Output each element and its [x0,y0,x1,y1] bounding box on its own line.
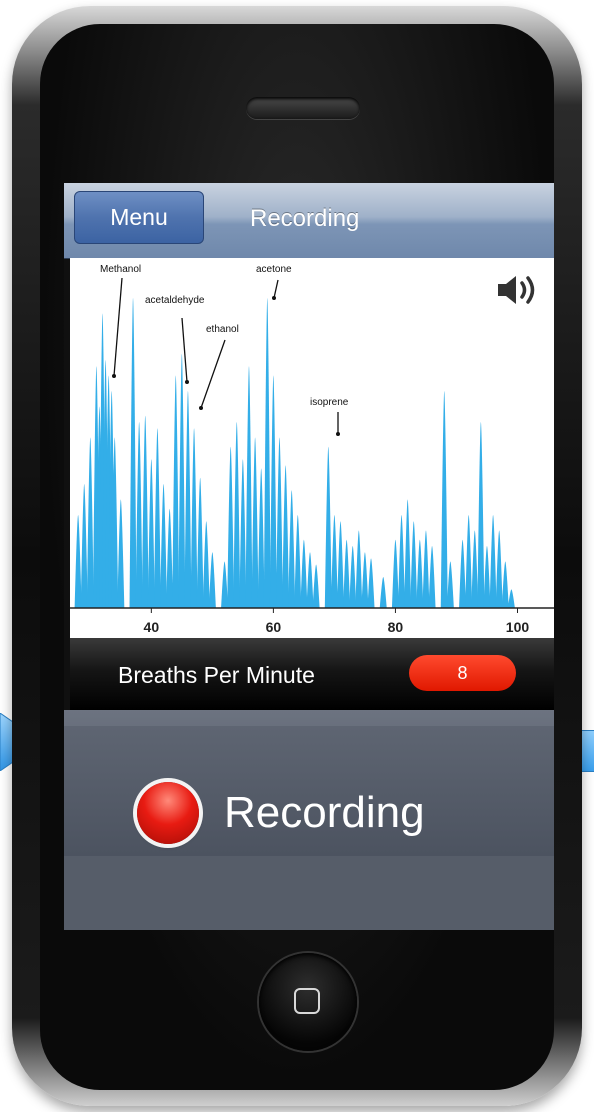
peak-annotation-arrow [200,339,226,409]
spectrum-peak [330,515,338,608]
peak-annotation-arrow [181,317,188,383]
spectrum-peak [422,530,430,608]
earpiece-speaker [246,97,360,119]
spectrum-peak [367,558,375,608]
breaths-per-minute-value: 8 [409,655,516,691]
spectrum-peak [275,437,283,608]
spectrum-peak [233,422,241,608]
x-tick-label: 40 [144,619,160,635]
spectrum-svg: 40 60 80 100 Methanol acetaldehyde ethanol acet… [70,264,554,635]
peak-annotation-label: acetaldehyde [145,295,205,306]
recording-panel: Recording [64,710,554,930]
peak-annotation-arrow [113,277,123,377]
peak-annotation-arrowhead [272,296,276,300]
peak-annotation-arrowhead [199,406,203,410]
spectrum-peak [153,428,161,608]
spectrum-peak [288,490,296,608]
spectrum-peak [263,298,271,608]
home-button-icon[interactable] [259,953,357,1051]
spectrum-peak [495,530,503,608]
recording-panel-footer [64,856,554,930]
spectrum-peak [312,564,320,608]
spectrum-peak [507,589,515,608]
app-screen: Menu Recording 40 60 80 100 Methanol acetalde… [64,183,554,930]
x-tick-label: 80 [388,619,404,635]
recording-button[interactable]: Recording [64,726,554,856]
spectrum-peak [294,515,302,608]
record-dot-icon [137,782,199,844]
spectrum-peak [135,422,143,608]
spectrum-peak [501,561,509,608]
spectrum-peak [337,521,345,608]
peak-annotation-label: isoprene [310,397,349,408]
spectrum-peak [86,437,94,608]
spectrum-peak [208,552,216,608]
spectrum-peak [251,437,259,608]
peak-annotation-label: ethanol [206,324,239,335]
speaker-volume-icon[interactable] [496,272,540,308]
spectrum-peak [184,391,192,608]
peak-annotation-arrowhead [112,374,116,378]
spectrum-peak [391,539,399,608]
spectrum-peak [178,353,186,608]
spectrum-peak [459,539,467,608]
spectrum-peak [483,546,491,608]
spectrum-peak [300,539,308,608]
spectrum-peak [147,459,155,608]
spectrum-peak [306,552,314,608]
spectrum-peak [489,515,497,608]
home-square-icon [294,988,320,1014]
spectrum-peak [349,546,357,608]
breaths-per-minute-bar: Breaths Per Minute 8 [70,638,554,710]
spectrum-peak [379,577,387,608]
spectrum-peak [361,552,369,608]
spectrum-peak [343,539,351,608]
spectrum-peak [196,477,204,608]
x-tick-label: 60 [266,619,282,635]
spectrum-peak [465,515,473,608]
spectrum-peak [74,515,82,608]
spectrum-peak [117,499,125,608]
spectrum-peak [282,465,290,608]
spectrum-peak [80,484,88,608]
spectrum-peak [446,561,454,608]
peak-annotation-arrowhead [185,380,189,384]
spectrum-peak [221,561,229,608]
spectrum-peak [239,459,247,608]
spectrum-peak [257,468,265,608]
spectrum-peak [129,298,137,608]
spectrum-peak [477,422,485,608]
spectrum-peak [166,508,174,608]
peak-annotation-arrow [273,279,279,299]
spectrum-peak [471,530,479,608]
spectrum-peak [202,521,210,608]
spectrum-peak [172,375,180,608]
spectrum-peak [428,546,436,608]
spectrum-peak [190,428,198,608]
peak-annotation-label: Methanol [100,264,141,275]
next-arrow-icon[interactable] [580,730,594,772]
peak-annotation-label: acetone [256,264,292,275]
breath-spectrum-chart: 40 60 80 100 Methanol acetaldehyde ethanol acet… [70,258,554,638]
spectrum-peak [324,446,332,608]
spectrum-peak [440,391,448,608]
spectrum-peak [269,375,277,608]
recording-status-label: Recording [224,788,425,837]
page-title: Recording [250,205,360,232]
spectrum-peak [141,415,149,608]
spectrum-peak [227,446,235,608]
x-tick-label: 100 [506,619,530,635]
menu-button[interactable]: Menu [74,191,204,244]
peak-annotation-arrowhead [336,432,340,436]
spectrum-peak [160,484,168,608]
spectrum-peak [398,515,406,608]
navigation-bar: Menu Recording [64,183,554,259]
spectrum-peak [410,521,418,608]
spectrum-peak [404,499,412,608]
breaths-per-minute-label: Breaths Per Minute [118,662,315,688]
spectrum-peak [245,366,253,608]
spectrum-peak [416,539,424,608]
spectrum-peak [355,530,363,608]
